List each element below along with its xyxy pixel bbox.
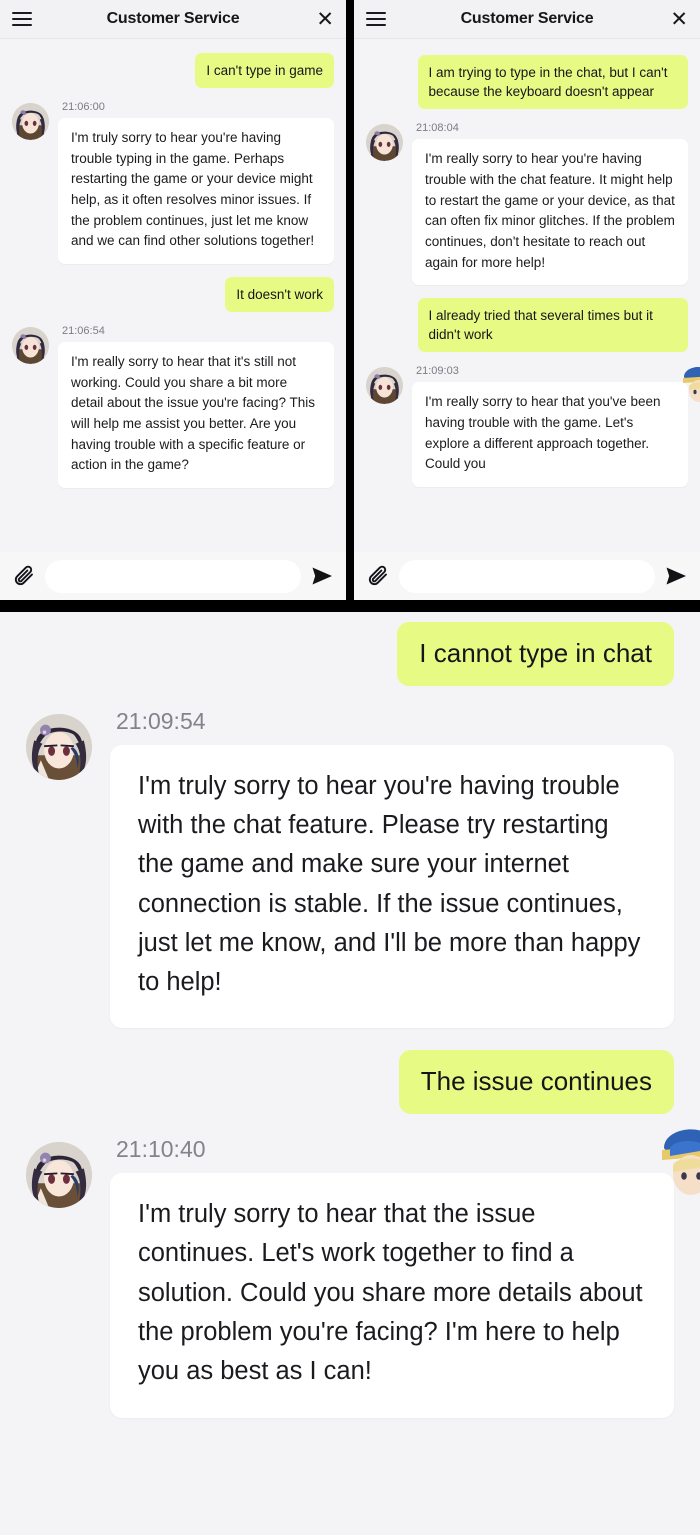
message-input[interactable] [399,559,655,593]
avatar [26,713,92,780]
avatar [12,327,49,365]
paperclip-icon[interactable] [366,564,390,588]
message-row-agent: 21:10:40 I'm truly sorry to hear that th… [26,1136,674,1418]
message-timestamp: 21:09:03 [416,365,459,378]
message-row-agent: 21:06:54 I'm really sorry to hear that i… [12,325,334,488]
avatar [366,367,403,405]
message-row-user: I can't type in game [12,53,334,89]
section-divider [0,600,700,612]
user-message-bubble: I can't type in game [195,53,334,89]
user-message-bubble: The issue continues [398,1050,674,1115]
message-input[interactable] [45,559,301,593]
message-row-user: I am trying to type in the chat, but I c… [366,55,688,110]
avatar [12,103,49,141]
close-icon[interactable]: ✕ [316,9,334,30]
send-paper-plane-icon[interactable] [664,564,688,588]
chat-panel-right: Customer Service ✕ I am trying to type i… [354,0,700,600]
message-timestamp: 21:09:54 [116,707,206,734]
hamburger-menu-icon[interactable] [12,11,32,27]
message-thread-left[interactable]: I can't type in game 21:06:00 I'm truly … [0,39,346,552]
message-composer [0,552,346,600]
chat-panel-zoomed[interactable]: I cannot type in chat 21:09:54 I'm truly… [0,612,700,1535]
message-timestamp: 21:06:54 [62,325,105,338]
user-message-bubble: It doesn't work [225,277,334,313]
user-message-bubble: I cannot type in chat [397,622,674,686]
dual-panel-row: Customer Service ✕ I can't type in game [0,0,700,600]
user-avatar-sprite-partial [680,361,700,405]
message-row-user: It doesn't work [12,277,334,313]
agent-message-bubble: I'm truly sorry to hear you're having tr… [110,744,674,1029]
app-header-left: Customer Service ✕ [0,0,346,39]
message-timestamp: 21:06:00 [62,101,105,114]
message-row-agent: 21:09:54 I'm truly sorry to hear you're … [26,708,674,1029]
message-row-user: I already tried that several times but i… [366,298,688,353]
message-timestamp: 21:10:40 [116,1136,206,1163]
message-row-user: The issue continues [26,1050,674,1115]
message-row-agent: 21:09:03 I'm really sorry to hear that y… [366,365,688,488]
close-icon[interactable]: ✕ [670,9,688,30]
agent-message-bubble: I'm really sorry to hear that you've bee… [412,382,688,488]
panel-divider [346,0,354,600]
agent-message-bubble: I'm truly sorry to hear that the issue c… [110,1173,674,1418]
send-paper-plane-icon[interactable] [310,564,334,588]
paperclip-icon[interactable] [12,564,36,588]
avatar [26,1142,92,1209]
user-message-bubble: I am trying to type in the chat, but I c… [417,55,688,110]
page-title: Customer Service [460,10,594,27]
agent-message-bubble: I'm really sorry to hear you're having t… [412,139,688,286]
avatar [366,124,403,162]
page-title: Customer Service [106,10,240,27]
message-thread-right[interactable]: I am trying to type in the chat, but I c… [354,39,700,552]
message-row-agent: 21:08:04 I'm really sorry to hear you're… [366,122,688,286]
app-header-right: Customer Service ✕ [354,0,700,39]
message-row-agent: 21:06:00 I'm truly sorry to hear you're … [12,101,334,264]
message-timestamp: 21:08:04 [416,122,459,135]
chat-panel-left: Customer Service ✕ I can't type in game [0,0,346,600]
screenshot-root: Customer Service ✕ I can't type in game [0,0,700,1535]
user-message-bubble: I already tried that several times but i… [417,298,688,353]
user-avatar-sprite-partial [658,1120,700,1200]
hamburger-menu-icon[interactable] [366,11,386,27]
agent-message-bubble: I'm truly sorry to hear you're having tr… [58,118,334,264]
agent-message-bubble: I'm really sorry to hear that it's still… [58,342,334,488]
message-row-user: I cannot type in chat [26,622,674,686]
message-composer [354,552,700,600]
